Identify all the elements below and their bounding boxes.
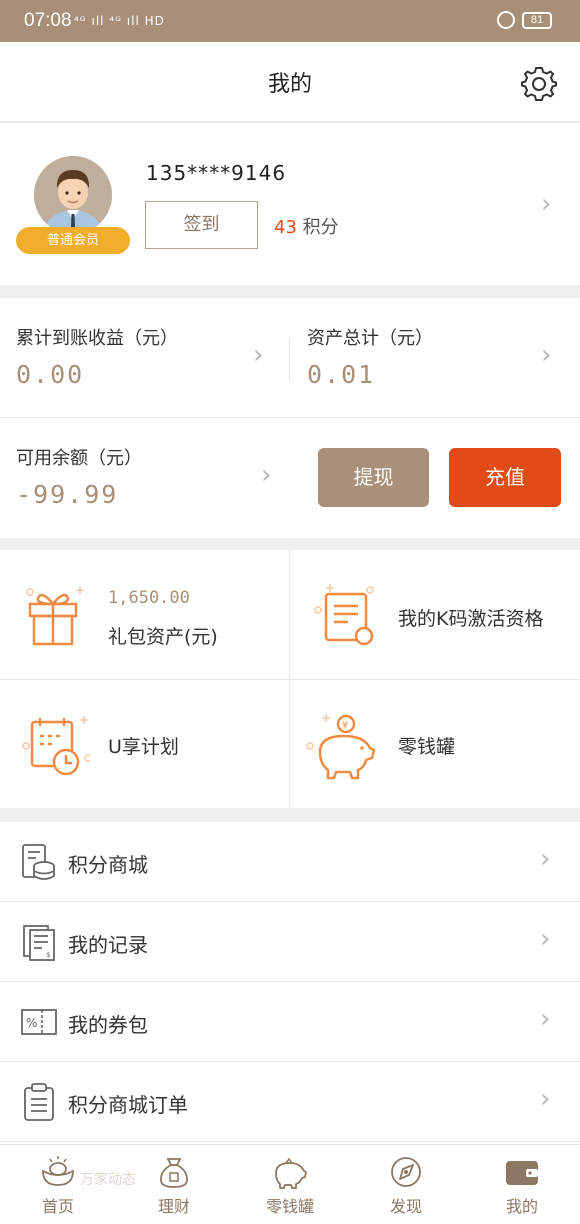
- bottom-tab-bar: 首页 理财 零钱罐 发现 我的 万家动态: [0, 1144, 580, 1224]
- tab-label: 理财: [157, 1197, 190, 1216]
- avatar-illustration: [34, 156, 112, 234]
- total-assets-label: 资产总计（元）: [307, 328, 433, 349]
- tab-label: 我的: [505, 1197, 538, 1216]
- assets-panel: 累计到账收益（元） 0.00 › 资产总计（元） 0.01 › 可用余额（元） …: [0, 298, 580, 538]
- tab-mine[interactable]: 我的: [464, 1145, 580, 1224]
- points-display[interactable]: 43 积分: [274, 213, 339, 239]
- status-bar: 07:08 ⁴ᴳ ıll ⁴ᴳ ıll HD 81: [0, 0, 580, 42]
- list-item-label: 积分商城: [68, 853, 148, 877]
- piggy-bank-icon: [275, 1157, 307, 1189]
- list-item-label: 我的券包: [68, 1013, 148, 1037]
- svg-text:¥: ¥: [342, 720, 348, 731]
- total-assets-value: 0.01: [307, 360, 376, 389]
- chevron-right-icon: ›: [541, 189, 552, 219]
- recharge-button[interactable]: 充值: [449, 448, 561, 507]
- divider: [289, 338, 290, 380]
- tab-label: 首页: [41, 1197, 74, 1216]
- wallet-icon: [506, 1161, 538, 1185]
- chevron-right-icon: ›: [253, 340, 264, 370]
- cumulative-earnings-value: 0.00: [16, 360, 85, 389]
- user-phone: 135****9146: [146, 161, 287, 185]
- list-item-my-records[interactable]: $ 我的记录 ›: [0, 902, 580, 982]
- tab-label: 零钱罐: [265, 1197, 314, 1216]
- menu-list: 积分商城 › $ 我的记录 › % 我的券包 › 积分商城订单 ›: [0, 822, 580, 1144]
- watermark-text: 万家动态: [80, 1172, 136, 1188]
- list-item-mall-orders[interactable]: 积分商城订单 ›: [0, 1062, 580, 1142]
- money-bag-icon: [160, 1158, 188, 1188]
- rotation-lock-icon: [497, 11, 515, 29]
- header: 我的: [0, 42, 580, 122]
- coupon-icon: %: [21, 1009, 57, 1035]
- divider: [0, 417, 580, 418]
- list-item-my-coupons[interactable]: % 我的券包 ›: [0, 982, 580, 1062]
- gift-assets-amount: 1,650.00: [108, 588, 190, 608]
- signal-indicators: ⁴ᴳ ıll ⁴ᴳ ıll HD: [74, 14, 165, 28]
- records-icon: $: [23, 925, 55, 961]
- available-balance-label: 可用余额（元）: [16, 448, 142, 469]
- piggy-bank-icon: ¥: [306, 714, 376, 780]
- tab-piggy-bank[interactable]: 零钱罐: [232, 1145, 348, 1224]
- kcode-label: 我的K码激活资格: [398, 608, 544, 630]
- chevron-right-icon: ›: [540, 924, 551, 954]
- tab-discover[interactable]: 发现: [348, 1145, 464, 1224]
- points-value: 43: [274, 217, 297, 238]
- chevron-right-icon: ›: [541, 340, 552, 370]
- clipboard-icon: [24, 1083, 54, 1121]
- tab-label: 发现: [389, 1197, 422, 1216]
- chevron-right-icon: ›: [540, 844, 551, 874]
- chevron-right-icon: ›: [540, 1084, 551, 1114]
- avatar[interactable]: [34, 156, 112, 234]
- gift-box-icon: [26, 586, 84, 646]
- calendar-clock-icon: [22, 716, 90, 776]
- gift-assets-label: 礼包资产(元): [108, 626, 218, 648]
- status-time: 07:08: [24, 10, 72, 31]
- coins-icon: [22, 844, 55, 880]
- ingot-icon: [42, 1156, 74, 1186]
- svg-text:$: $: [46, 951, 50, 959]
- points-unit: 积分: [302, 217, 339, 238]
- available-balance-value: -99.99: [16, 480, 119, 509]
- piggy-bank-label: 零钱罐: [398, 736, 456, 758]
- certificate-icon: [314, 584, 374, 646]
- chevron-right-icon: ›: [261, 460, 272, 490]
- profile-card[interactable]: 普通会员 135****9146 签到 43 积分 ›: [0, 123, 580, 285]
- divider: [0, 679, 580, 680]
- page-title: 我的: [267, 72, 312, 97]
- chevron-right-icon: ›: [540, 1004, 551, 1034]
- list-item-label: 积分商城订单: [68, 1093, 188, 1117]
- feature-grid: 1,650.00 礼包资产(元) 我的K码激活资格 U享计划 ¥ 零钱罐: [0, 550, 580, 808]
- cumulative-earnings-label: 累计到账收益（元）: [16, 328, 178, 349]
- settings-gear-icon[interactable]: [520, 64, 558, 102]
- member-level-badge: 普通会员: [16, 227, 130, 254]
- svg-text:%: %: [26, 1016, 37, 1030]
- u-plan-label: U享计划: [108, 736, 179, 758]
- withdraw-button[interactable]: 提现: [318, 448, 429, 507]
- battery-icon: 81: [522, 12, 552, 29]
- list-item-points-mall[interactable]: 积分商城 ›: [0, 822, 580, 902]
- sign-in-button[interactable]: 签到: [145, 201, 258, 249]
- list-item-label: 我的记录: [68, 933, 148, 957]
- compass-icon: [391, 1157, 421, 1187]
